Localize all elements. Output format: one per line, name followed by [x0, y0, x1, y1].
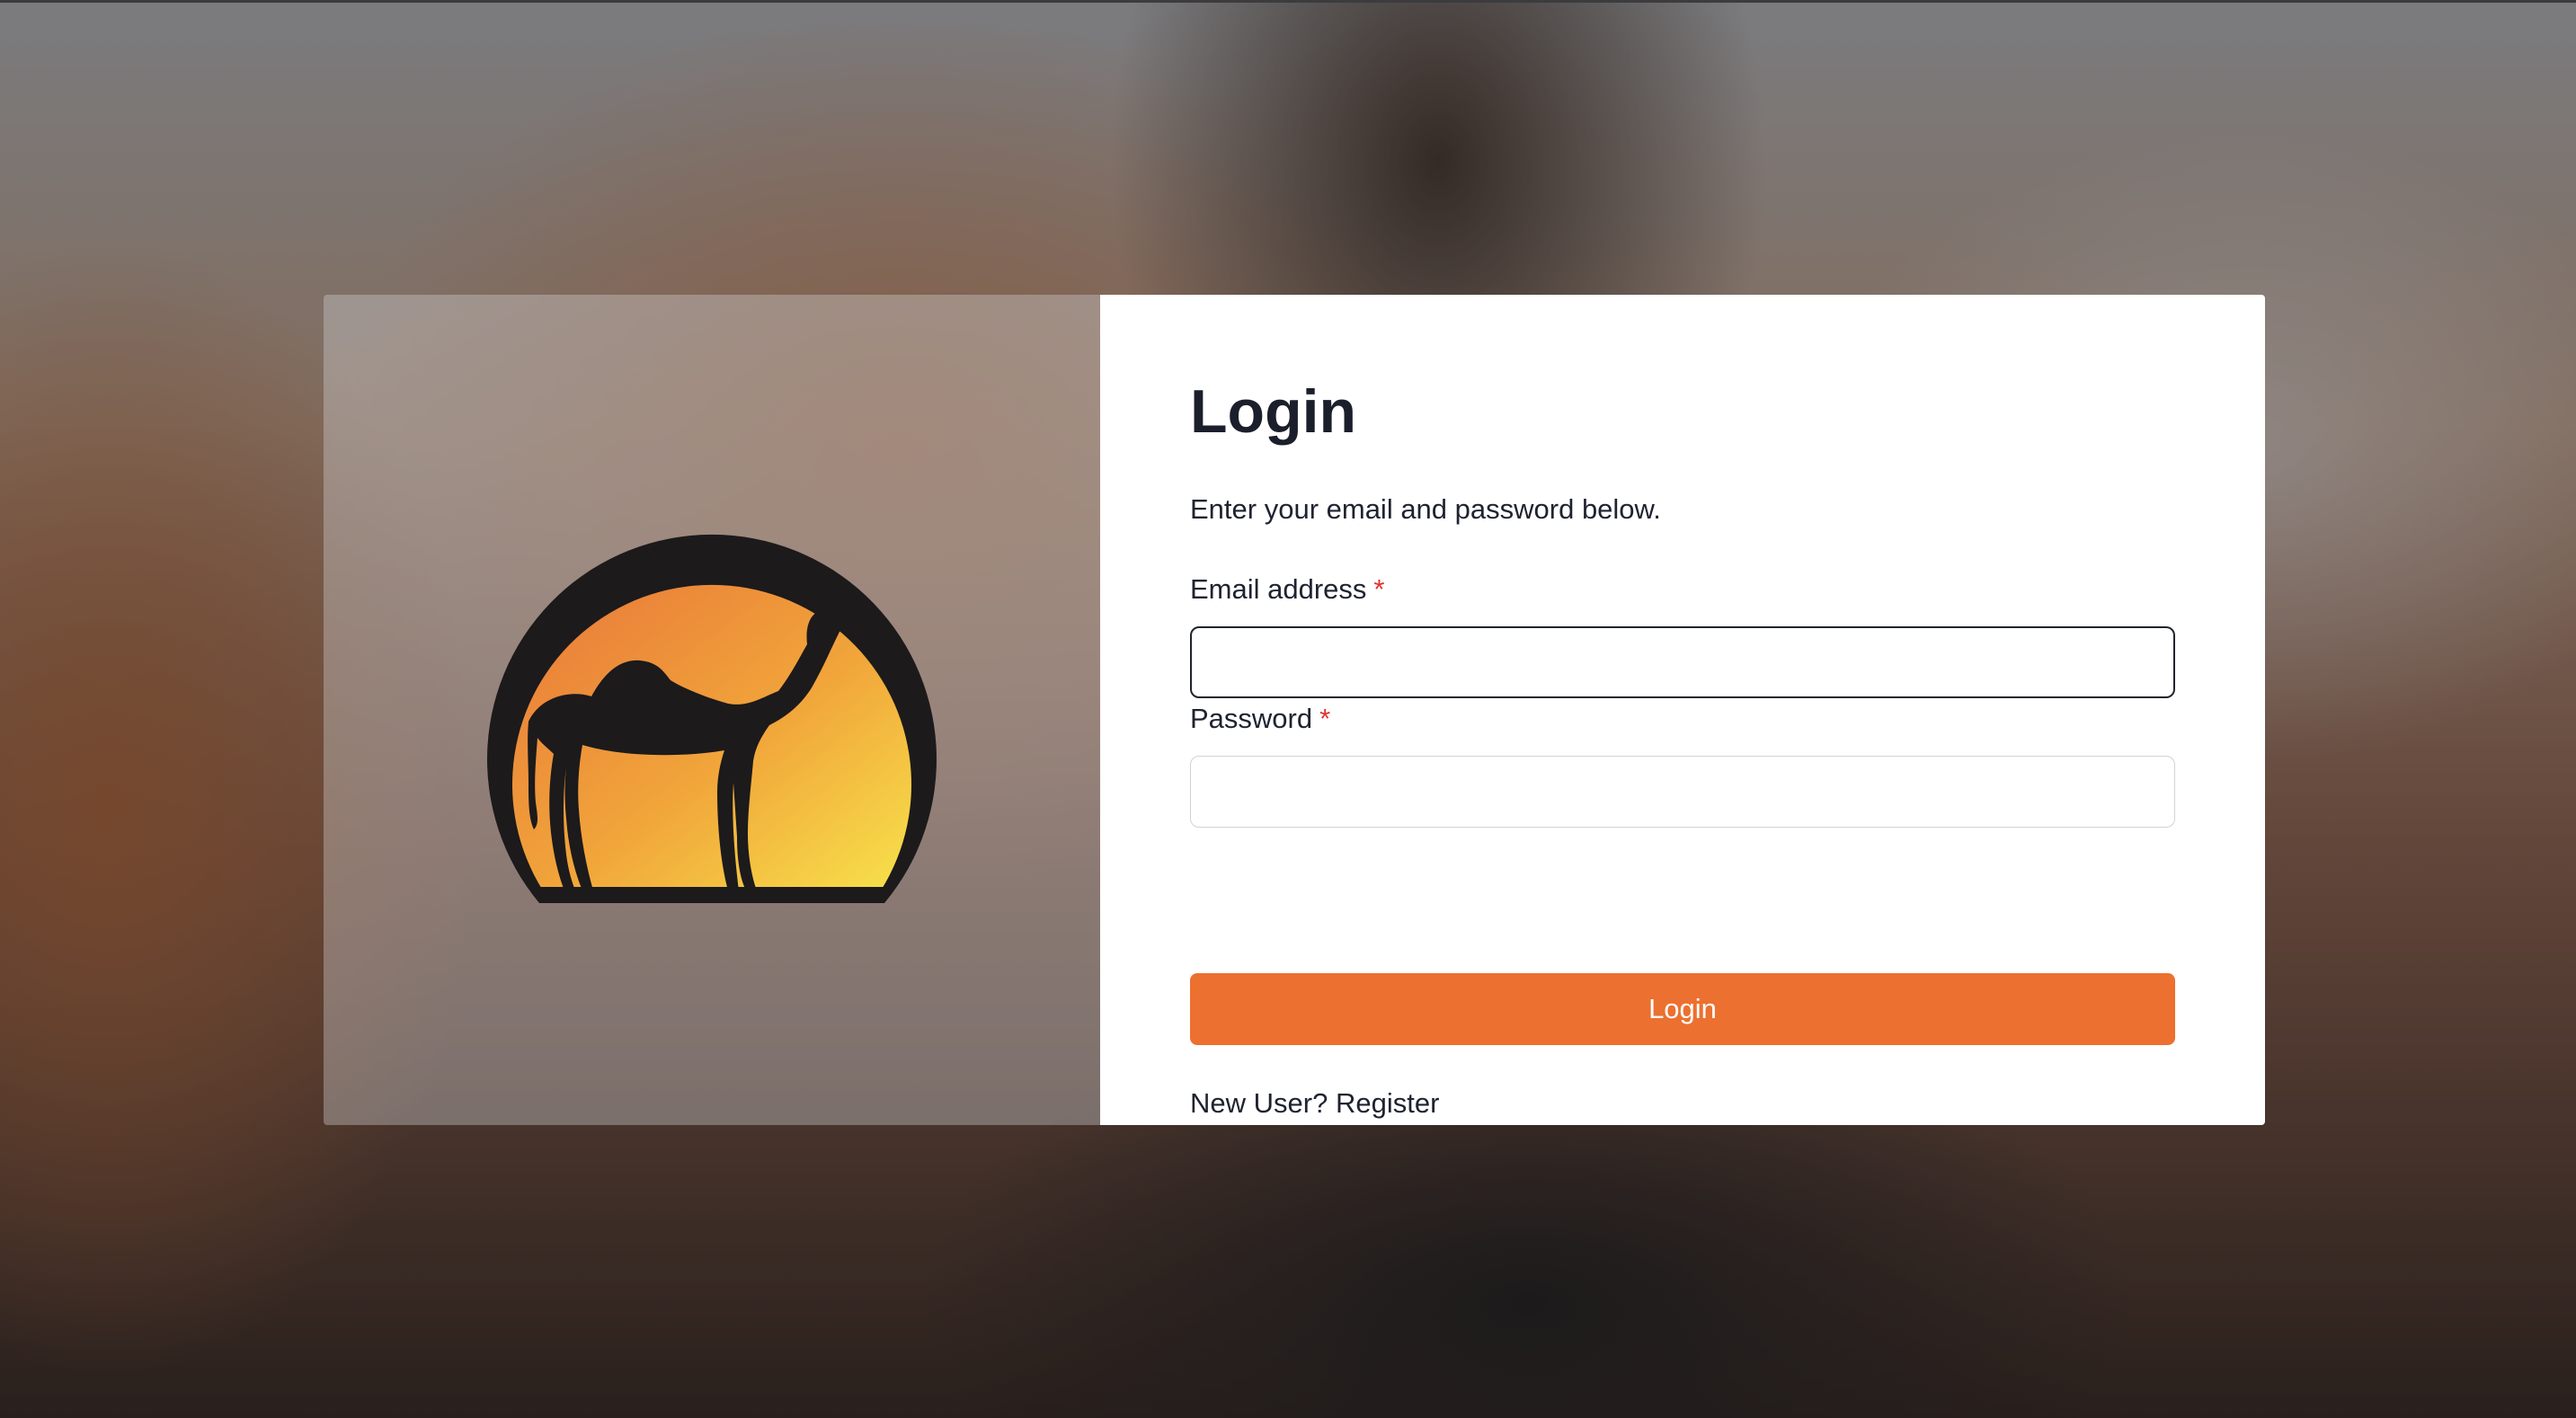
email-label: Email address * — [1190, 573, 1385, 606]
register-prompt: New User? Register — [1190, 1087, 1439, 1120]
email-label-text: Email address — [1190, 573, 1367, 605]
form-instructions: Enter your email and password below. — [1190, 493, 1661, 525]
email-required-mark: * — [1373, 573, 1385, 605]
password-field[interactable] — [1190, 756, 2175, 828]
login-form-panel: Login Enter your email and password belo… — [1100, 295, 2265, 1125]
password-label-text: Password — [1190, 703, 1313, 734]
window-top-border — [0, 0, 2576, 3]
brand-panel — [324, 295, 1100, 1125]
register-link[interactable]: Register — [1336, 1087, 1439, 1119]
page-title: Login — [1190, 377, 1357, 446]
camel-logo-icon — [485, 513, 938, 912]
email-field[interactable] — [1190, 626, 2175, 698]
password-label: Password * — [1190, 703, 1330, 735]
new-user-text: New User? — [1190, 1087, 1328, 1119]
login-card: Login Enter your email and password belo… — [324, 295, 2265, 1125]
login-button[interactable]: Login — [1190, 973, 2175, 1045]
password-required-mark: * — [1319, 703, 1331, 734]
